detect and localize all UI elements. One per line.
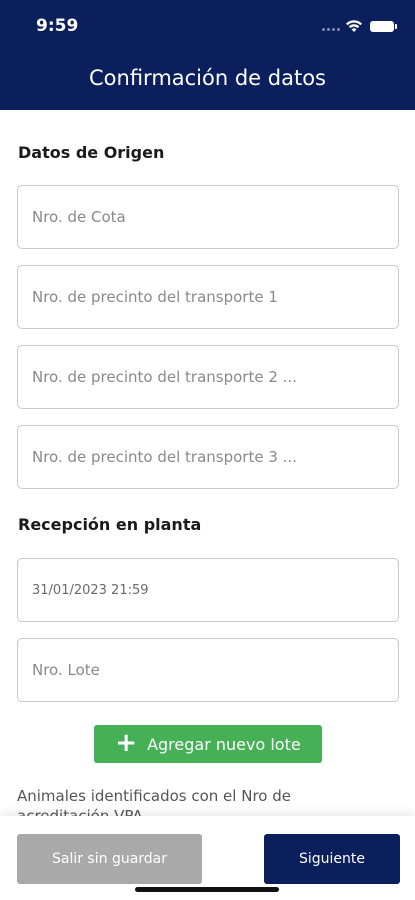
cota-input[interactable] [18, 186, 398, 248]
add-lot-label: Agregar nuevo lote [147, 734, 301, 754]
exit-without-saving-button[interactable]: Salir sin guardar [17, 834, 202, 884]
seal-3-input[interactable] [18, 426, 398, 488]
animals-identified-text: Animales identificados con el Nro de acr… [17, 787, 291, 816]
lot-input[interactable] [18, 639, 398, 701]
seal-3-field[interactable] [17, 425, 399, 489]
reception-datetime-input[interactable] [18, 559, 398, 621]
reception-datetime-field[interactable] [17, 558, 399, 622]
add-lot-button[interactable]: + Agregar nuevo lote [94, 725, 322, 763]
battery-icon [370, 21, 397, 32]
next-button[interactable]: Siguiente [264, 834, 400, 884]
status-bar: 9:59 [0, 0, 415, 50]
cellular-signal-icon [322, 28, 342, 32]
origin-section-title: Datos de Origen [18, 143, 165, 162]
cota-field[interactable] [17, 185, 399, 249]
seal-1-input[interactable] [18, 266, 398, 328]
plus-icon: + [115, 728, 138, 758]
status-time: 9:59 [36, 16, 79, 36]
reception-section-title: Recepción en planta [18, 515, 202, 534]
home-indicator[interactable] [135, 887, 279, 892]
seal-2-field[interactable] [17, 345, 399, 409]
wifi-icon [346, 20, 362, 32]
page-title: Confirmación de datos [89, 66, 326, 90]
seal-1-field[interactable] [17, 265, 399, 329]
lot-field[interactable] [17, 638, 399, 702]
seal-2-input[interactable] [18, 346, 398, 408]
app-header: 9:59 Confirmación de datos [0, 0, 415, 110]
